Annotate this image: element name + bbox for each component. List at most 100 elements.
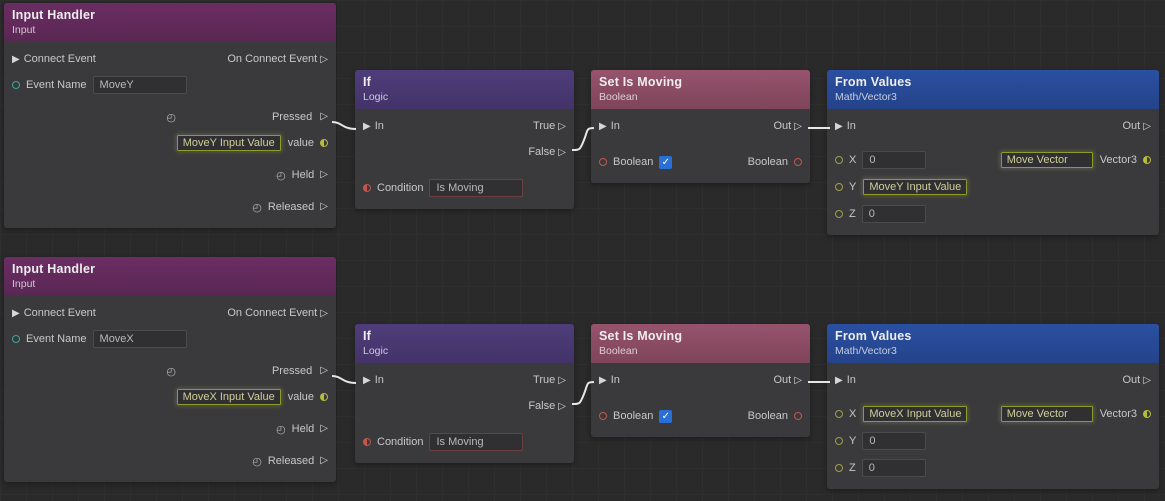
exec-out-on-connect-event[interactable]: On Connect Event bbox=[227, 307, 328, 319]
exec-in[interactable]: In bbox=[363, 120, 384, 132]
node-set-is-moving-a[interactable]: Set Is Moving Boolean In Out Boolean ✓ B… bbox=[591, 70, 810, 183]
exec-in-connect-event[interactable]: Connect Event bbox=[12, 307, 96, 319]
exec-in[interactable]: In bbox=[599, 120, 620, 132]
event-name-label: Event Name bbox=[26, 333, 87, 345]
node-subtitle: Math/Vector3 bbox=[835, 91, 1151, 103]
clock-icon: ◴ bbox=[252, 455, 262, 468]
exec-out[interactable]: Out bbox=[1123, 120, 1152, 132]
exec-out-true[interactable]: True bbox=[533, 120, 566, 132]
node-subtitle: Logic bbox=[363, 91, 566, 103]
released-label: Released bbox=[268, 455, 314, 467]
node-input-handler-x[interactable]: Input Handler Input Connect Event On Con… bbox=[4, 257, 336, 482]
node-subtitle: Boolean bbox=[599, 91, 802, 103]
event-name-field[interactable]: MoveX bbox=[93, 330, 187, 348]
z-field[interactable]: 0 bbox=[862, 459, 926, 477]
port-y[interactable] bbox=[835, 183, 843, 191]
node-subtitle: Input bbox=[12, 278, 328, 290]
node-header[interactable]: Set Is Moving Boolean bbox=[591, 324, 810, 363]
port-value-out[interactable] bbox=[320, 393, 328, 401]
port-vector3-out[interactable] bbox=[1143, 410, 1151, 418]
port-condition[interactable] bbox=[363, 184, 371, 192]
node-from-values-a[interactable]: From Values Math/Vector3 In Out X 0 Move… bbox=[827, 70, 1159, 235]
input-value-pill[interactable]: MoveX Input Value bbox=[176, 388, 282, 406]
exec-out[interactable]: Out bbox=[1123, 374, 1152, 386]
exec-in[interactable]: In bbox=[835, 120, 856, 132]
exec-out-released[interactable] bbox=[320, 202, 328, 212]
y-field[interactable]: 0 bbox=[862, 432, 926, 450]
exec-out-true[interactable]: True bbox=[533, 374, 566, 386]
port-event-name[interactable] bbox=[12, 81, 20, 89]
exec-out-released[interactable] bbox=[320, 456, 328, 466]
vector-out-pill[interactable]: Move Vector bbox=[1000, 151, 1094, 169]
held-label: Held bbox=[292, 169, 315, 181]
port-y[interactable] bbox=[835, 437, 843, 445]
node-input-handler-y[interactable]: Input Handler Input Connect Event On Con… bbox=[4, 3, 336, 228]
port-x[interactable] bbox=[835, 410, 843, 418]
node-title: Input Handler bbox=[12, 8, 328, 22]
event-name-field[interactable]: MoveY bbox=[93, 76, 187, 94]
node-title: From Values bbox=[835, 75, 1151, 89]
condition-field[interactable]: Is Moving bbox=[429, 179, 523, 197]
exec-out-held[interactable] bbox=[320, 424, 328, 434]
exec-in[interactable]: In bbox=[599, 374, 620, 386]
condition-label: Condition bbox=[377, 182, 423, 194]
port-z[interactable] bbox=[835, 210, 843, 218]
node-header[interactable]: Set Is Moving Boolean bbox=[591, 70, 810, 109]
node-if-b[interactable]: If Logic In True False Condition Is Movi… bbox=[355, 324, 574, 463]
boolean-checkbox[interactable]: ✓ bbox=[659, 410, 672, 423]
y-field[interactable]: MoveY Input Value bbox=[862, 178, 968, 196]
exec-out-on-connect-event[interactable]: On Connect Event bbox=[227, 53, 328, 65]
exec-out[interactable]: Out bbox=[774, 120, 803, 132]
node-title: If bbox=[363, 329, 566, 343]
exec-out-false[interactable]: False bbox=[528, 400, 566, 412]
exec-in-connect-event[interactable]: Connect Event bbox=[12, 53, 96, 65]
exec-out-pressed[interactable] bbox=[320, 366, 328, 376]
boolean-in-label: Boolean bbox=[613, 156, 653, 168]
port-boolean-out[interactable] bbox=[794, 412, 802, 420]
port-boolean-in[interactable] bbox=[599, 158, 607, 166]
node-subtitle: Logic bbox=[363, 345, 566, 357]
x-field[interactable]: 0 bbox=[862, 151, 926, 169]
node-from-values-b[interactable]: From Values Math/Vector3 In Out X MoveX … bbox=[827, 324, 1159, 489]
node-subtitle: Boolean bbox=[599, 345, 802, 357]
clock-icon: ◴ bbox=[166, 111, 176, 124]
clock-icon: ◴ bbox=[276, 169, 286, 182]
z-label: Z bbox=[849, 462, 856, 474]
port-boolean-out[interactable] bbox=[794, 158, 802, 166]
node-subtitle: Math/Vector3 bbox=[835, 345, 1151, 357]
exec-in[interactable]: In bbox=[835, 374, 856, 386]
value-label: value bbox=[288, 391, 314, 403]
exec-out[interactable]: Out bbox=[774, 374, 803, 386]
port-vector3-out[interactable] bbox=[1143, 156, 1151, 164]
node-header[interactable]: From Values Math/Vector3 bbox=[827, 70, 1159, 109]
node-header[interactable]: If Logic bbox=[355, 70, 574, 109]
held-label: Held bbox=[292, 423, 315, 435]
exec-out-held[interactable] bbox=[320, 170, 328, 180]
z-field[interactable]: 0 bbox=[862, 205, 926, 223]
node-if-a[interactable]: If Logic In True False Condition Is Movi… bbox=[355, 70, 574, 209]
exec-in[interactable]: In bbox=[363, 374, 384, 386]
y-label: Y bbox=[849, 181, 856, 193]
node-header[interactable]: If Logic bbox=[355, 324, 574, 363]
node-subtitle: Input bbox=[12, 24, 328, 36]
node-header[interactable]: Input Handler Input bbox=[4, 257, 336, 296]
port-z[interactable] bbox=[835, 464, 843, 472]
x-label: X bbox=[849, 154, 856, 166]
node-header[interactable]: Input Handler Input bbox=[4, 3, 336, 42]
node-set-is-moving-b[interactable]: Set Is Moving Boolean In Out Boolean ✓ B… bbox=[591, 324, 810, 437]
x-field[interactable]: MoveX Input Value bbox=[862, 405, 968, 423]
port-x[interactable] bbox=[835, 156, 843, 164]
node-header[interactable]: From Values Math/Vector3 bbox=[827, 324, 1159, 363]
vector-out-pill[interactable]: Move Vector bbox=[1000, 405, 1094, 423]
exec-out-false[interactable]: False bbox=[528, 146, 566, 158]
exec-out-pressed[interactable] bbox=[320, 112, 328, 122]
port-value-out[interactable] bbox=[320, 139, 328, 147]
boolean-checkbox[interactable]: ✓ bbox=[659, 156, 672, 169]
vector3-label: Vector3 bbox=[1100, 154, 1137, 166]
input-value-pill[interactable]: MoveY Input Value bbox=[176, 134, 282, 152]
port-event-name[interactable] bbox=[12, 335, 20, 343]
port-boolean-in[interactable] bbox=[599, 412, 607, 420]
boolean-out-label: Boolean bbox=[748, 410, 788, 422]
port-condition[interactable] bbox=[363, 438, 371, 446]
condition-field[interactable]: Is Moving bbox=[429, 433, 523, 451]
